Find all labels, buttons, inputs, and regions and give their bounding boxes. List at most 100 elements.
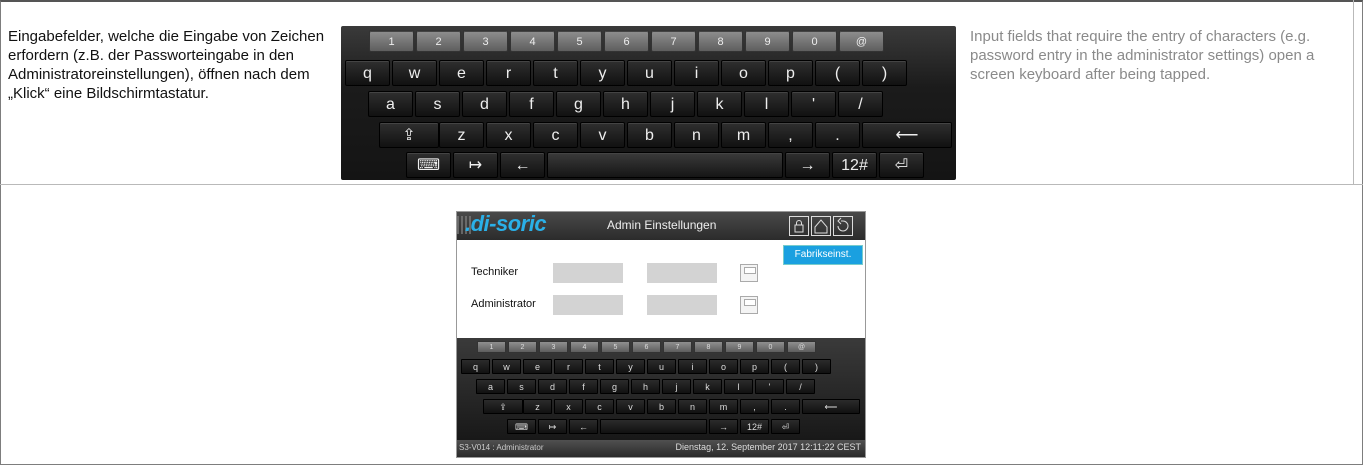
key-c[interactable]: c — [585, 399, 614, 414]
key-0[interactable]: 0 — [756, 341, 785, 353]
key-.[interactable]: . — [771, 399, 800, 414]
arrow-right-key[interactable]: → — [785, 152, 830, 178]
key-3[interactable]: 3 — [463, 30, 508, 52]
key-/[interactable]: / — [786, 379, 815, 394]
lock-icon[interactable] — [789, 216, 809, 236]
key-p[interactable]: p — [768, 60, 813, 86]
key-6[interactable]: 6 — [632, 341, 661, 353]
key-m[interactable]: m — [721, 122, 766, 148]
key-x[interactable]: x — [554, 399, 583, 414]
key-)[interactable]: ) — [862, 60, 907, 86]
key-g[interactable]: g — [600, 379, 629, 394]
key-0[interactable]: 0 — [792, 30, 837, 52]
key-.[interactable]: . — [815, 122, 860, 148]
key-h[interactable]: h — [631, 379, 660, 394]
enter-key[interactable]: ⏎ — [879, 152, 924, 178]
key-a[interactable]: a — [368, 91, 413, 117]
key-i[interactable]: i — [678, 359, 707, 374]
key-8[interactable]: 8 — [694, 341, 723, 353]
enter-key[interactable]: ⏎ — [771, 419, 800, 434]
key-f[interactable]: f — [509, 91, 554, 117]
administrator-field-1[interactable] — [553, 295, 623, 315]
key-1[interactable]: 1 — [369, 30, 414, 52]
key-a[interactable]: a — [476, 379, 505, 394]
key-6[interactable]: 6 — [604, 30, 649, 52]
arrow-left-key[interactable]: ← — [500, 152, 545, 178]
arrow-left-key[interactable]: ← — [569, 419, 598, 434]
key-w[interactable]: w — [492, 359, 521, 374]
shift-key[interactable]: ⇪ — [483, 399, 523, 414]
key-w[interactable]: w — [392, 60, 437, 86]
key-,[interactable]: , — [740, 399, 769, 414]
keyboard-icon[interactable]: ⌨ — [406, 152, 451, 178]
key-d[interactable]: d — [538, 379, 567, 394]
key-4[interactable]: 4 — [570, 341, 599, 353]
key-7[interactable]: 7 — [663, 341, 692, 353]
key-y[interactable]: y — [580, 60, 625, 86]
factory-settings-button[interactable]: Fabrikseinst. — [783, 245, 863, 265]
key-e[interactable]: e — [523, 359, 552, 374]
key-/[interactable]: / — [838, 91, 883, 117]
key-m[interactable]: m — [709, 399, 738, 414]
key-u[interactable]: u — [627, 60, 672, 86]
tab-key[interactable]: ↦ — [453, 152, 498, 178]
key-y[interactable]: y — [616, 359, 645, 374]
key-k[interactable]: k — [697, 91, 742, 117]
space-key[interactable] — [547, 152, 783, 178]
key-b[interactable]: b — [647, 399, 676, 414]
key-i[interactable]: i — [674, 60, 719, 86]
key-q[interactable]: q — [345, 60, 390, 86]
key-@[interactable]: @ — [787, 341, 816, 353]
key-c[interactable]: c — [533, 122, 578, 148]
key-z[interactable]: z — [523, 399, 552, 414]
key-e[interactable]: e — [439, 60, 484, 86]
mode-key[interactable]: 12# — [740, 419, 769, 434]
home-icon[interactable] — [811, 216, 831, 236]
key-q[interactable]: q — [461, 359, 490, 374]
key-9[interactable]: 9 — [745, 30, 790, 52]
key-s[interactable]: s — [415, 91, 460, 117]
key-5[interactable]: 5 — [601, 341, 630, 353]
key-,[interactable]: , — [768, 122, 813, 148]
key-r[interactable]: r — [554, 359, 583, 374]
key-t[interactable]: t — [585, 359, 614, 374]
key-d[interactable]: d — [462, 91, 507, 117]
key-9[interactable]: 9 — [725, 341, 754, 353]
key-r[interactable]: r — [486, 60, 531, 86]
key-n[interactable]: n — [678, 399, 707, 414]
space-key[interactable] — [600, 419, 707, 434]
key-([interactable]: ( — [771, 359, 800, 374]
key-n[interactable]: n — [674, 122, 719, 148]
key-x[interactable]: x — [486, 122, 531, 148]
key-3[interactable]: 3 — [539, 341, 568, 353]
key-h[interactable]: h — [603, 91, 648, 117]
key-f[interactable]: f — [569, 379, 598, 394]
key-v[interactable]: v — [580, 122, 625, 148]
shift-key[interactable]: ⇪ — [379, 122, 439, 148]
key-'[interactable]: ' — [755, 379, 784, 394]
key-@[interactable]: @ — [839, 30, 884, 52]
key-1[interactable]: 1 — [477, 341, 506, 353]
key-4[interactable]: 4 — [510, 30, 555, 52]
backspace-key[interactable]: ⟵ — [862, 122, 952, 148]
techniker-field-2[interactable] — [647, 263, 717, 283]
key-z[interactable]: z — [439, 122, 484, 148]
save-icon[interactable] — [740, 296, 758, 314]
tab-key[interactable]: ↦ — [538, 419, 567, 434]
key-7[interactable]: 7 — [651, 30, 696, 52]
backspace-key[interactable]: ⟵ — [802, 399, 860, 414]
key-5[interactable]: 5 — [557, 30, 602, 52]
keyboard-icon[interactable]: ⌨ — [507, 419, 536, 434]
key-8[interactable]: 8 — [698, 30, 743, 52]
key-2[interactable]: 2 — [416, 30, 461, 52]
key-'[interactable]: ' — [791, 91, 836, 117]
key-b[interactable]: b — [627, 122, 672, 148]
arrow-right-key[interactable]: → — [709, 419, 738, 434]
mode-key[interactable]: 12# — [832, 152, 877, 178]
key-t[interactable]: t — [533, 60, 578, 86]
key-2[interactable]: 2 — [508, 341, 537, 353]
key-([interactable]: ( — [815, 60, 860, 86]
key-l[interactable]: l — [744, 91, 789, 117]
administrator-field-2[interactable] — [647, 295, 717, 315]
key-l[interactable]: l — [724, 379, 753, 394]
